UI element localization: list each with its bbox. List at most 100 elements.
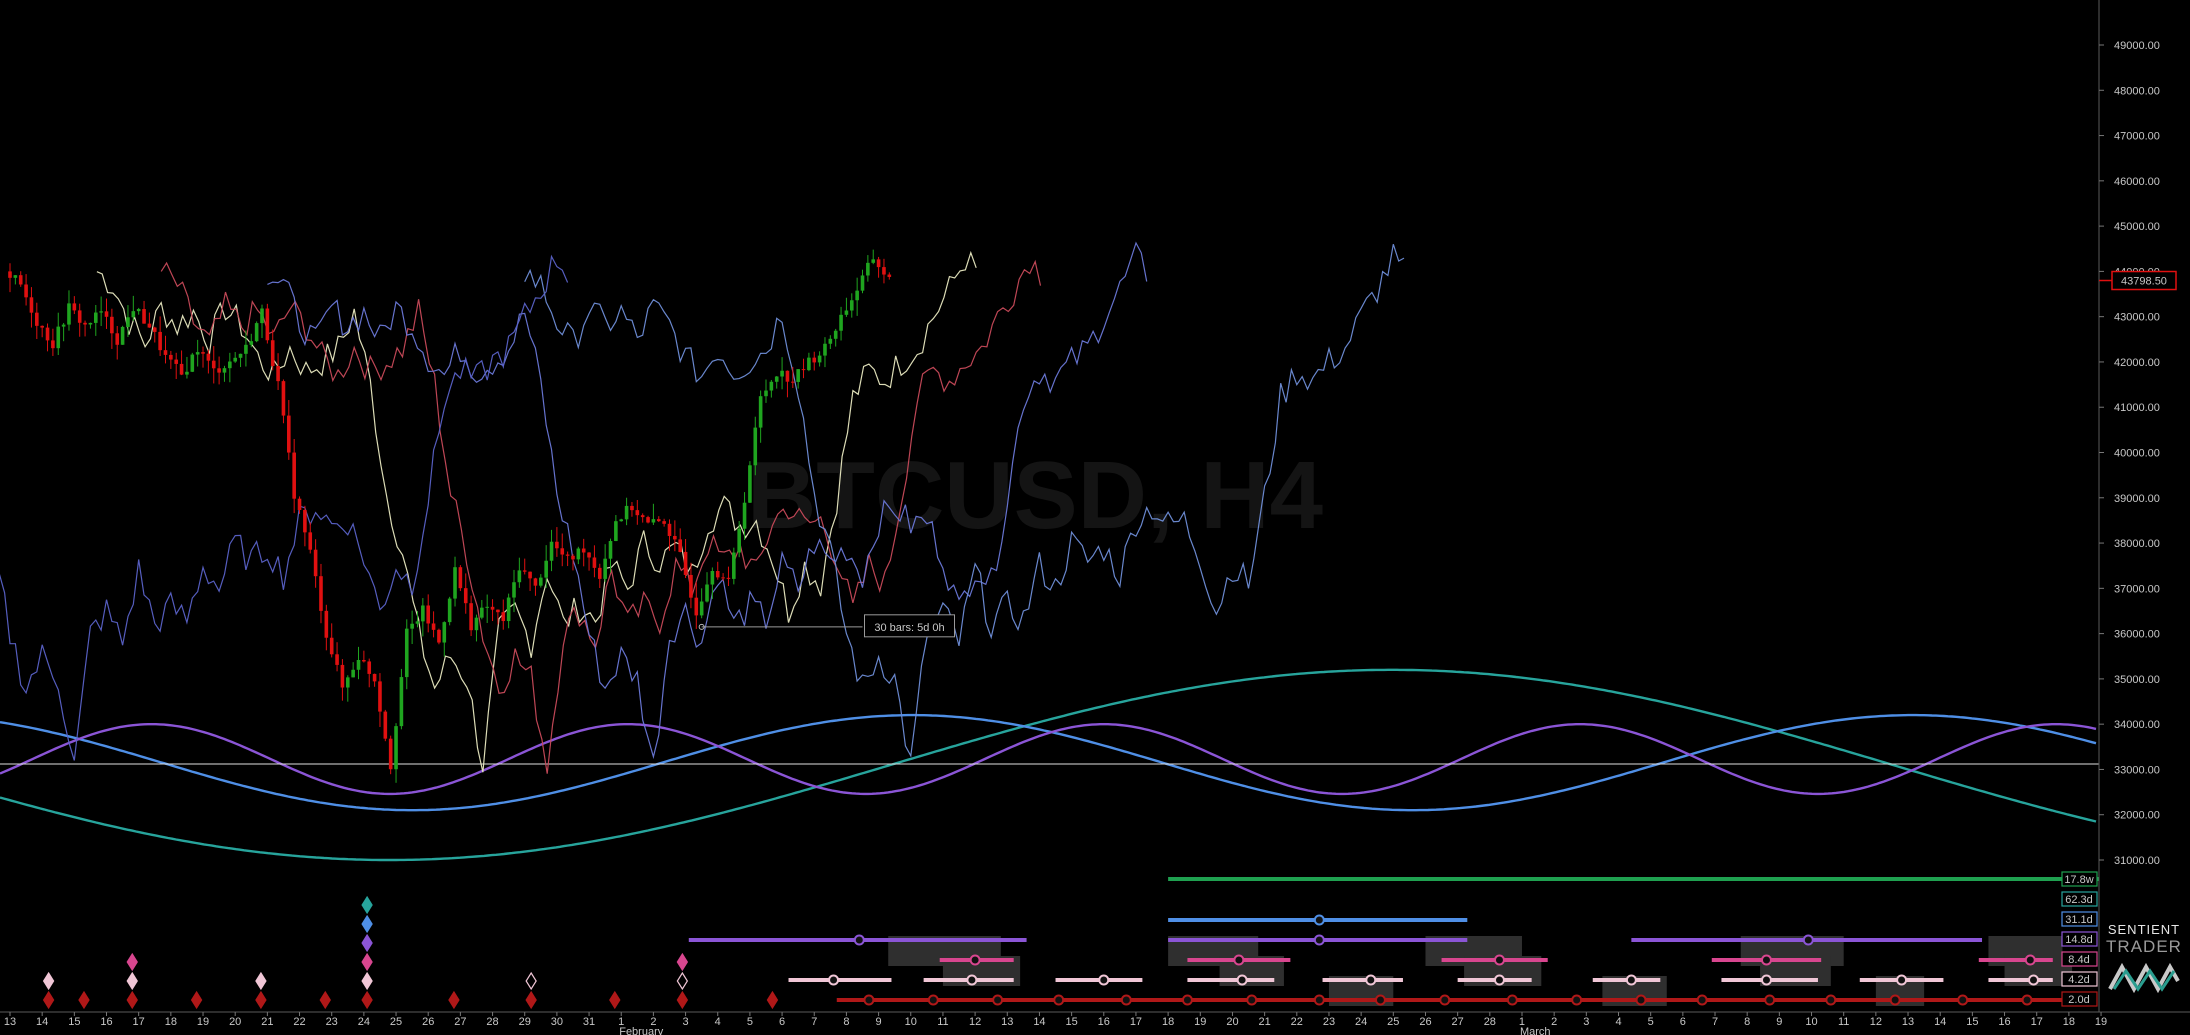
candle-body [876, 259, 881, 268]
candle-body [833, 330, 838, 339]
phasing-panel [688, 877, 2150, 1006]
candle-body [710, 570, 715, 585]
cycle-diamond [361, 914, 373, 934]
day-tick-label: 25 [390, 1016, 402, 1028]
candle-body [394, 726, 398, 770]
candle-body [732, 552, 736, 579]
brand-name-bottom: TRADER [2106, 937, 2182, 956]
candle-body [774, 376, 779, 382]
candle-body [93, 312, 98, 323]
candle-body [528, 571, 532, 579]
candle-body [195, 352, 200, 355]
candle-body [463, 588, 468, 604]
candle-body [35, 312, 39, 326]
candle-body [721, 577, 725, 579]
candle-body [705, 584, 709, 602]
phasing-marker [1374, 994, 1386, 1006]
day-tick-label: 6 [1680, 1016, 1686, 1028]
candle-body [276, 366, 280, 382]
candle-body [871, 259, 876, 263]
candle-body [469, 603, 473, 631]
cycle-diamond [361, 895, 373, 915]
price-tick-label: 34000.00 [2114, 719, 2160, 731]
candle-body [410, 623, 414, 629]
candle-body [126, 317, 130, 327]
day-tick-label: 23 [326, 1016, 338, 1028]
cycle-waves [0, 668, 2097, 862]
candle-body [147, 323, 152, 328]
candle-body [630, 505, 634, 511]
candle-body [667, 523, 672, 536]
candle-body [726, 577, 731, 579]
price-axis[interactable]: 49000.00 48000.00 47000.00 46000.00 45000.00… [2098, 0, 2190, 1035]
day-tick-label: 7 [811, 1016, 817, 1028]
phasing-marker [1246, 994, 1258, 1006]
candle-body [581, 548, 586, 553]
candle-body [662, 521, 666, 524]
candle-body [388, 738, 393, 770]
candle-body [18, 275, 23, 285]
phasing-marker [1120, 994, 1132, 1006]
day-tick-label: 29 [519, 1016, 531, 1028]
phasing-marker [1493, 954, 1505, 966]
candle-body [689, 574, 693, 598]
candle-body [254, 323, 259, 342]
candle-body [849, 300, 854, 311]
day-tick-label: 10 [905, 1016, 917, 1028]
cycle-diamond [319, 990, 331, 1010]
phasing-marker [1233, 954, 1245, 966]
candle-body [651, 519, 656, 523]
candle-body [206, 353, 211, 361]
phasing-marker [1098, 974, 1110, 986]
time-axis[interactable]: 13 14 15 16 17 18 19 20 21 22 23 24 25 26 27 28 29 30 31 1 2… [0, 1011, 2190, 1035]
candle-body [72, 303, 77, 311]
candle-body [142, 309, 146, 324]
day-tick-label: 23 [1323, 1016, 1335, 1028]
candle-body [737, 528, 741, 553]
day-tick-label: 8 [1744, 1016, 1750, 1028]
cycle-diamond [126, 971, 138, 991]
day-tick-label: 13 [1902, 1016, 1914, 1028]
time-axis-bg [0, 1012, 2099, 1035]
candle-body [281, 381, 286, 416]
cycle-label: 2.0d [2068, 994, 2089, 1006]
phasing-marker [969, 954, 981, 966]
cycle-label: 31.1d [2065, 914, 2093, 926]
price-tick-label: 40000.00 [2114, 448, 2160, 460]
last-price-label: 43798.50 [2121, 276, 2167, 288]
candle-body [823, 343, 827, 356]
brand-name-top: SENTIENT [2107, 922, 2181, 937]
phasing-marker [828, 974, 840, 986]
day-tick-label: 26 [422, 1016, 434, 1028]
cycle-diamond [126, 952, 138, 972]
candle-body [576, 548, 581, 560]
day-tick-label: 21 [261, 1016, 273, 1028]
phasing-marker [1313, 994, 1325, 1006]
day-tick-label: 17 [133, 1016, 145, 1028]
cycle-diamond [525, 990, 537, 1010]
candle-body [136, 309, 141, 312]
candle-body [458, 567, 463, 589]
candle-body [233, 357, 237, 362]
candle-body [335, 654, 339, 665]
cycle-diamond [609, 990, 621, 1010]
candle-body [544, 560, 548, 578]
candle-body [699, 601, 704, 616]
price-tick-label: 46000.00 [2114, 176, 2160, 188]
phasing-marker [1889, 994, 1901, 1006]
candle-body [603, 558, 607, 579]
candle-body [512, 582, 516, 598]
phasing-marker [1696, 994, 1708, 1006]
candle-body [152, 327, 157, 332]
measurement-tool[interactable]: 30 bars: 5d 0h [698, 614, 956, 638]
candle-body [742, 502, 747, 529]
candle-body [608, 541, 613, 559]
day-tick-label: 19 [2095, 1016, 2107, 1028]
candle-body [190, 354, 195, 372]
day-tick-label: 7 [1712, 1016, 1718, 1028]
candle-body [29, 297, 34, 313]
candle-body [67, 303, 71, 325]
phasing-marker [1439, 994, 1451, 1006]
candle-body [860, 275, 865, 291]
day-tick-label: 25 [1387, 1016, 1399, 1028]
